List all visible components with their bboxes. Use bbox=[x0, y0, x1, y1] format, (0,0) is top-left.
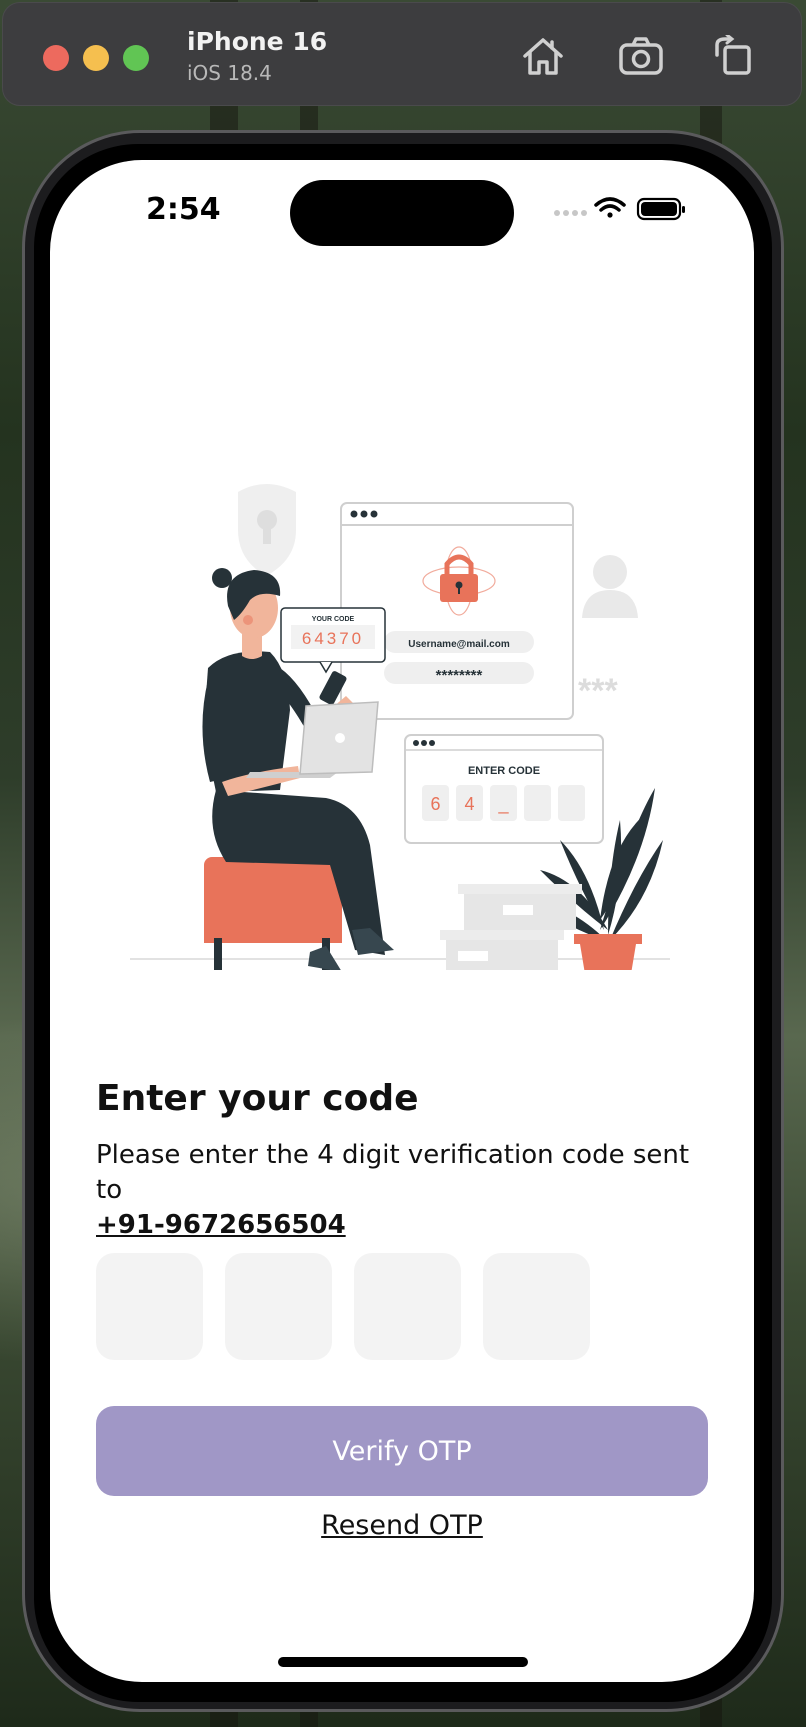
storage-boxes bbox=[440, 884, 582, 970]
os-version: iOS 18.4 bbox=[187, 61, 272, 85]
battery-icon bbox=[636, 197, 685, 221]
page-title: Enter your code bbox=[96, 1078, 419, 1119]
screenshot-icon bbox=[619, 37, 663, 75]
phone-screen: 2:54 *** Username@mail.com ******** YOUR… bbox=[50, 160, 754, 1682]
phone-number-link[interactable]: +91-9672656504 bbox=[96, 1208, 716, 1243]
otp-digit-4-input[interactable] bbox=[483, 1253, 590, 1360]
illustration-username: Username@mail.com bbox=[408, 639, 510, 650]
enter-code-window: ENTER CODE 6 4 _ bbox=[404, 734, 604, 844]
code-cell-digit: 6 bbox=[430, 794, 440, 814]
user-icon bbox=[582, 555, 638, 618]
enter-code-label: ENTER CODE bbox=[468, 765, 540, 777]
code-cell-digit: 4 bbox=[464, 794, 474, 814]
device-name: iPhone 16 bbox=[187, 27, 328, 56]
dynamic-island bbox=[290, 180, 514, 246]
code-cell bbox=[558, 785, 585, 821]
close-window-button[interactable] bbox=[43, 45, 69, 71]
rotate-icon bbox=[715, 35, 751, 75]
illustration-password: ******** bbox=[436, 667, 483, 684]
verify-otp-button[interactable]: Verify OTP bbox=[96, 1406, 708, 1496]
wifi-icon bbox=[594, 197, 626, 218]
otp-illustration: *** Username@mail.com ******** YOUR CODE… bbox=[130, 484, 670, 970]
minimize-window-button[interactable] bbox=[83, 45, 109, 71]
resend-otp-link[interactable]: Resend OTP bbox=[50, 1510, 754, 1541]
rotate-button[interactable] bbox=[709, 33, 757, 79]
otp-digit-1-input[interactable] bbox=[96, 1253, 203, 1360]
home-icon bbox=[523, 38, 563, 75]
otp-instructions: Please enter the 4 digit verification co… bbox=[96, 1138, 716, 1243]
shield-icon bbox=[238, 484, 296, 576]
otp-instructions-text: Please enter the 4 digit verification co… bbox=[96, 1140, 690, 1205]
code-cell-digit: _ bbox=[497, 794, 509, 815]
your-code-label: YOUR CODE bbox=[312, 616, 355, 623]
your-code-bubble: YOUR CODE 64370 bbox=[280, 607, 386, 674]
your-code-value: 64370 bbox=[302, 629, 364, 648]
zoom-window-button[interactable] bbox=[123, 45, 149, 71]
otp-digit-3-input[interactable] bbox=[354, 1253, 461, 1360]
status-icons bbox=[554, 197, 685, 221]
screenshot-button[interactable] bbox=[617, 33, 665, 79]
otp-input-row bbox=[96, 1253, 590, 1360]
otp-digit-2-input[interactable] bbox=[225, 1253, 332, 1360]
home-indicator[interactable] bbox=[278, 1657, 528, 1667]
status-time: 2:54 bbox=[146, 192, 221, 227]
decor-stars: *** bbox=[578, 672, 618, 710]
code-cell bbox=[524, 785, 551, 821]
home-button[interactable] bbox=[519, 33, 567, 79]
cellular-dots-icon bbox=[554, 210, 587, 216]
simulator-toolbar: iPhone 16 iOS 18.4 bbox=[2, 2, 802, 106]
